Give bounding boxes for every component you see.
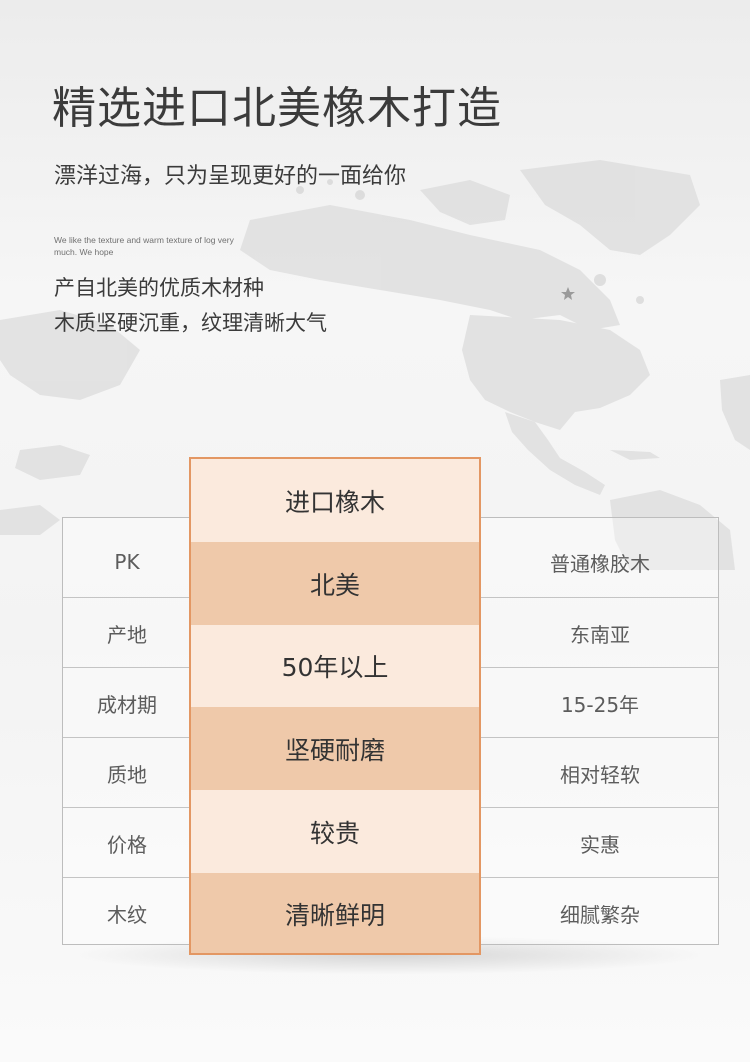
right-texture: 相对轻软	[560, 762, 640, 787]
english-note: We like the texture and warm texture of …	[54, 235, 234, 257]
right-origin: 东南亚	[570, 622, 630, 647]
left-label-pk: PK	[114, 550, 140, 574]
mid-texture: 坚硬耐磨	[191, 707, 479, 790]
mid-origin: 北美	[191, 542, 479, 625]
left-label-price: 价格	[107, 832, 147, 857]
right-price: 实惠	[580, 832, 620, 857]
highlight-column: 进口橡木 北美 50年以上 坚硬耐磨 较贵 清晰鲜明	[189, 457, 481, 955]
left-label-grain: 木纹	[107, 902, 147, 927]
mid-header-imported-oak: 进口橡木	[191, 459, 479, 542]
left-label-texture: 质地	[107, 762, 147, 787]
page-subtitle: 漂洋过海，只为呈现更好的一面给你	[54, 164, 407, 189]
description-line-1: 产自北美的优质木材种	[54, 276, 264, 300]
right-growth-period: 15-25年	[560, 692, 640, 717]
mid-grain: 清晰鲜明	[191, 873, 479, 953]
description-line-2: 木质坚硬沉重，纹理清晰大气	[54, 311, 327, 335]
left-label-growth-period: 成材期	[97, 692, 157, 717]
mid-price: 较贵	[191, 790, 479, 873]
right-header-rubberwood: 普通橡胶木	[550, 551, 650, 576]
right-grain: 细腻繁杂	[560, 902, 640, 927]
page-title: 精选进口北美橡木打造	[52, 83, 502, 134]
mid-growth-period: 50年以上	[191, 625, 479, 707]
left-label-origin: 产地	[107, 622, 147, 647]
